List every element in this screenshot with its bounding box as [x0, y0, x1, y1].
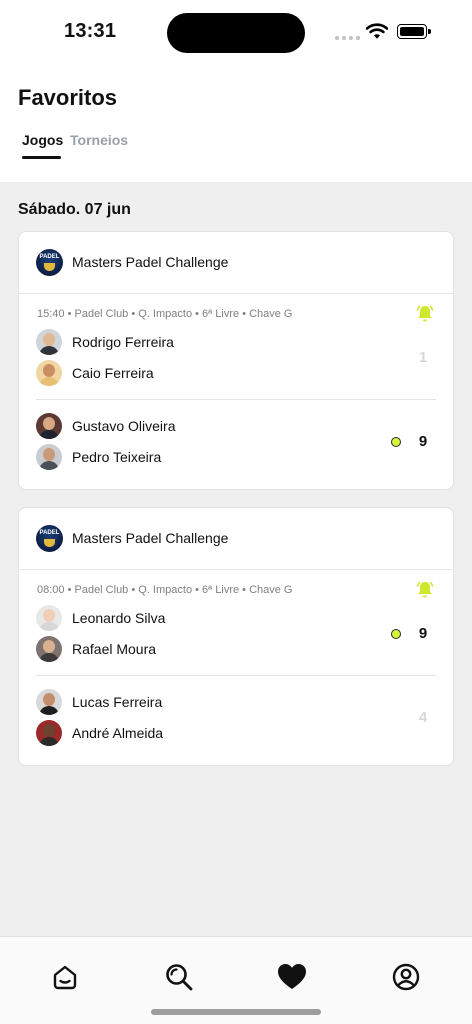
avatar — [36, 720, 62, 746]
team-divider — [36, 399, 436, 400]
dynamic-island — [167, 13, 305, 53]
player-name: Rodrigo Ferreira — [72, 334, 174, 350]
avatar — [36, 329, 62, 355]
avatar — [36, 360, 62, 386]
active-tab-indicator — [22, 156, 61, 159]
wifi-icon — [366, 23, 388, 39]
avatar — [36, 636, 62, 662]
page-title: Favoritos — [18, 85, 118, 110]
player-row: Rafael Moura — [36, 636, 156, 662]
tab-search[interactable] — [164, 962, 194, 992]
search-icon — [166, 964, 193, 991]
player-name: Leonardo Silva — [72, 610, 166, 626]
home-indicator — [151, 1009, 321, 1015]
player-row: Rodrigo Ferreira — [36, 329, 174, 355]
player-row: Caio Ferreira — [36, 360, 154, 386]
bell-icon[interactable] — [415, 580, 435, 600]
player-name: Rafael Moura — [72, 641, 157, 657]
match-meta: 08:00 • Padel Club • Q. Impacto • 6ª Liv… — [37, 584, 293, 596]
profile-icon — [392, 963, 420, 991]
tab-torneios[interactable]: Torneios — [70, 132, 128, 148]
player-name: André Almeida — [72, 725, 164, 741]
team-score: 1 — [418, 349, 428, 366]
match-meta: 15:40 • Padel Club • Q. Impacto • 6ª Liv… — [37, 308, 293, 320]
player-row: Leonardo Silva — [36, 605, 165, 631]
match-card[interactable]: PADEL Masters Padel Challenge 15:40 • Pa… — [18, 231, 454, 490]
heart-icon — [278, 964, 306, 989]
avatar — [36, 444, 62, 470]
player-name: Pedro Teixeira — [72, 449, 162, 465]
winner-indicator — [391, 629, 401, 639]
player-row: André Almeida — [36, 720, 163, 746]
status-bar: 13:31 — [0, 0, 472, 64]
avatar — [36, 413, 62, 439]
winner-indicator — [391, 437, 401, 447]
avatar — [36, 689, 62, 715]
player-name: Gustavo Oliveira — [72, 418, 176, 434]
team-score: 9 — [418, 433, 428, 450]
avatar — [36, 605, 62, 631]
tournament-header[interactable]: PADEL Masters Padel Challenge — [19, 508, 453, 570]
tournament-name: Masters Padel Challenge — [72, 254, 229, 270]
player-row: Lucas Ferreira — [36, 689, 162, 715]
page-header: Favoritos Jogos Torneios — [0, 64, 472, 182]
team-score: 9 — [418, 625, 428, 642]
team-divider — [36, 675, 436, 676]
player-row: Gustavo Oliveira — [36, 413, 175, 439]
tournament-logo: PADEL — [36, 249, 63, 276]
home-icon — [53, 965, 77, 990]
tab-favorites[interactable] — [277, 962, 307, 992]
tournament-name: Masters Padel Challenge — [72, 530, 229, 546]
player-name: Lucas Ferreira — [72, 694, 163, 710]
team-score: 4 — [418, 709, 428, 726]
tab-jogos[interactable]: Jogos — [22, 132, 63, 148]
bell-icon[interactable] — [415, 304, 435, 324]
tournament-header[interactable]: PADEL Masters Padel Challenge — [19, 232, 453, 294]
player-name: Caio Ferreira — [72, 365, 154, 381]
player-row: Pedro Teixeira — [36, 444, 161, 470]
tournament-logo: PADEL — [36, 525, 63, 552]
tab-profile[interactable] — [391, 962, 421, 992]
battery-icon — [397, 24, 431, 39]
tab-home[interactable] — [50, 962, 80, 992]
cellular-signal-icon — [335, 36, 360, 40]
status-time: 13:31 — [64, 20, 117, 42]
match-card[interactable]: PADEL Masters Padel Challenge 08:00 • Pa… — [18, 507, 454, 766]
date-heading: Sábado. 07 jun — [18, 201, 131, 218]
